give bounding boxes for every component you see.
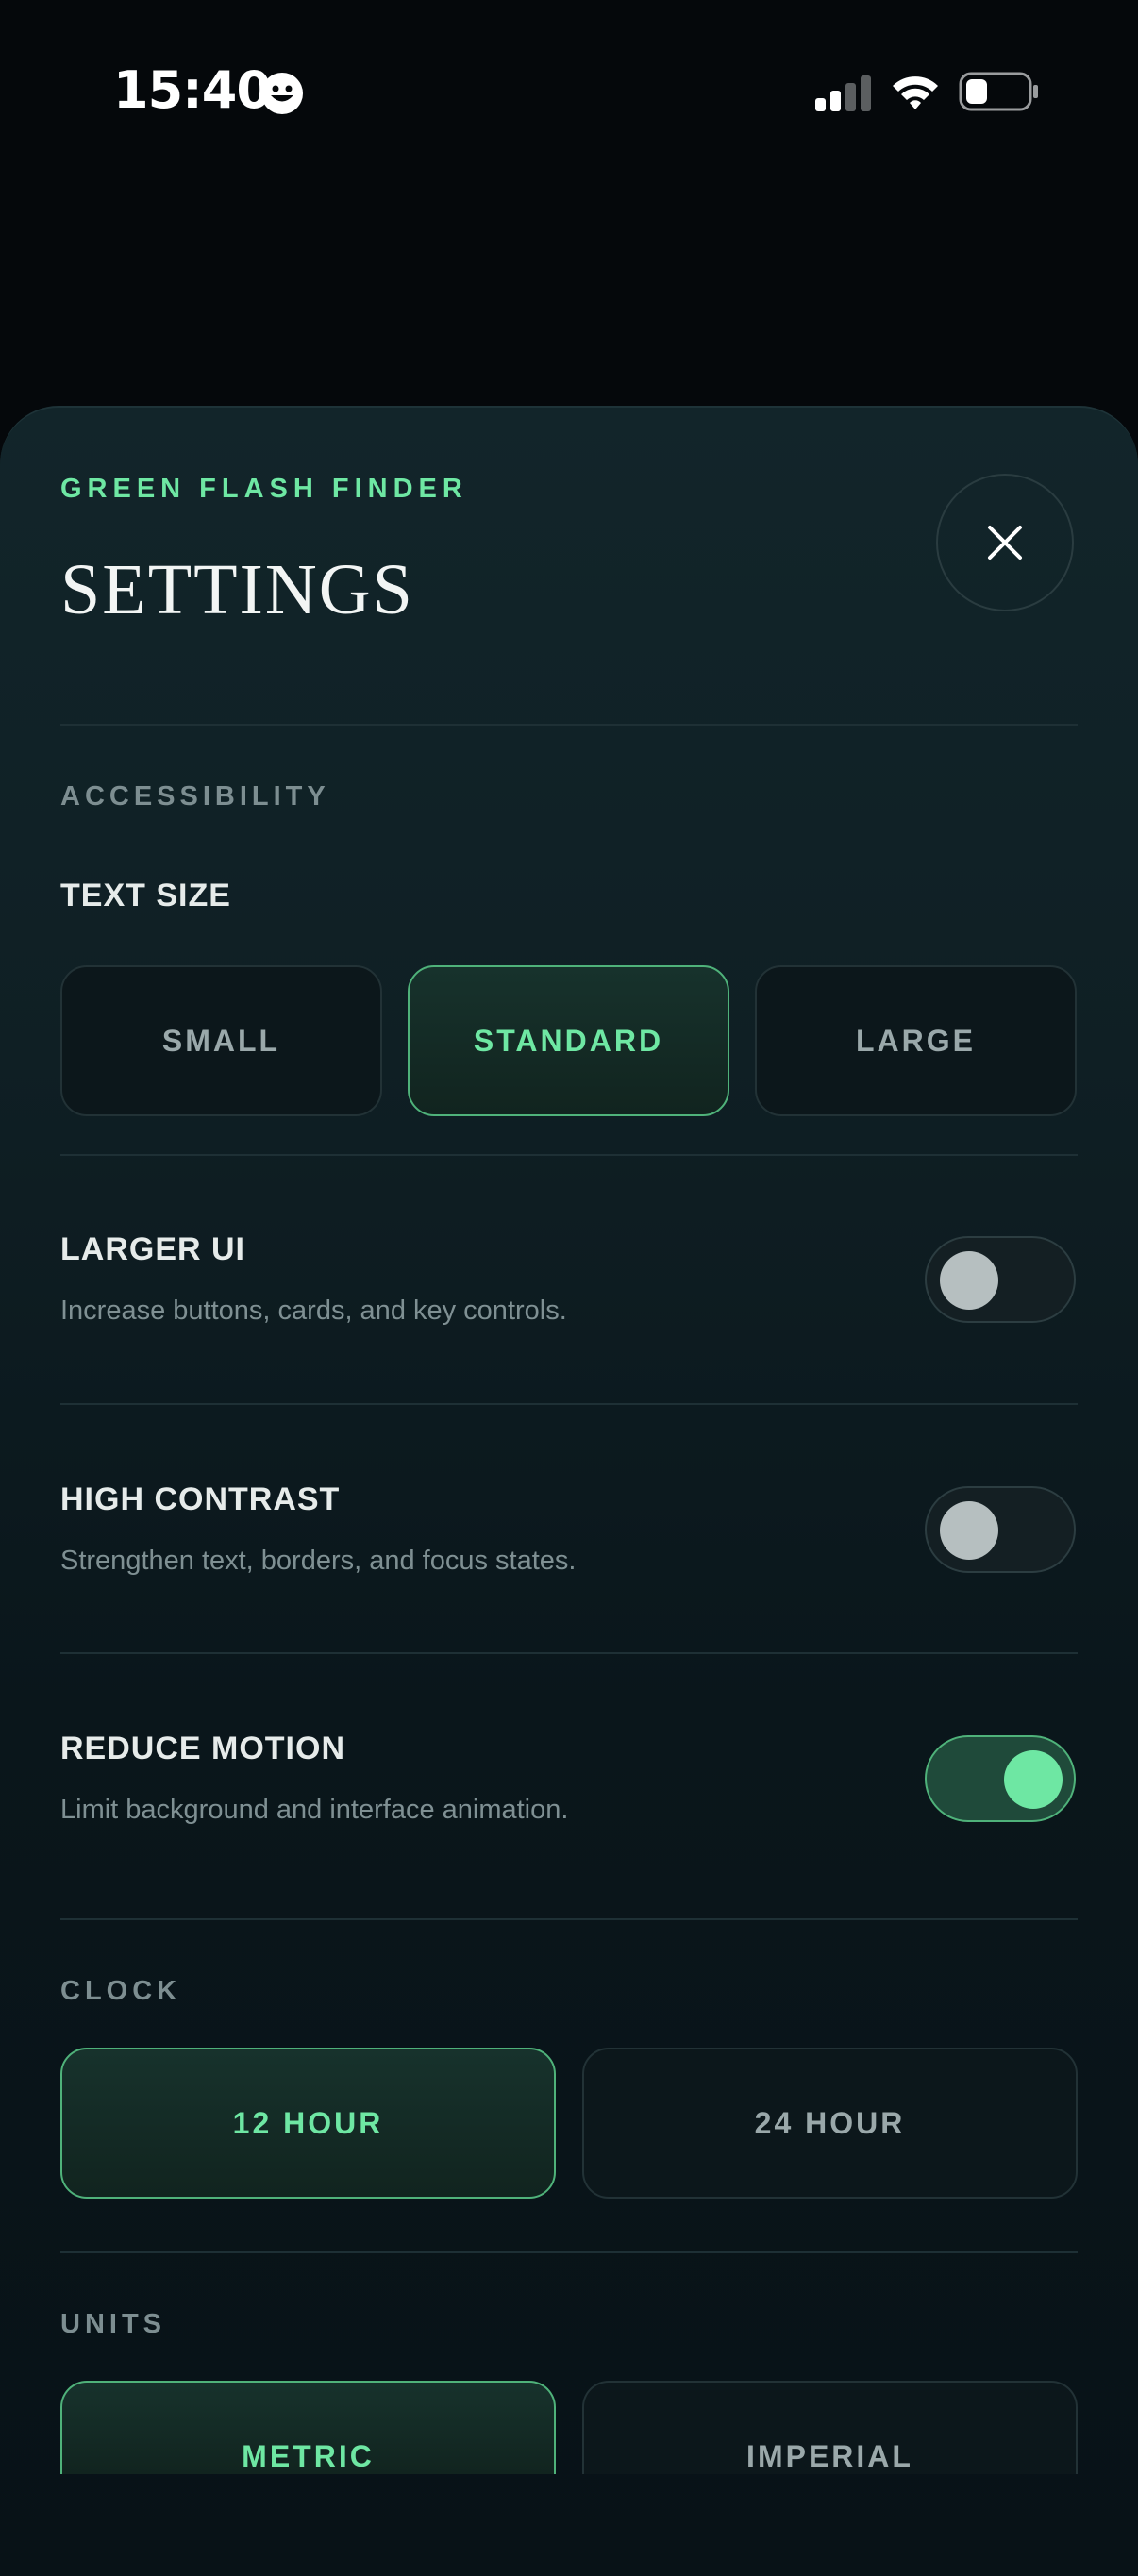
cellular-signal-icon (815, 75, 871, 111)
text-size-large-button[interactable]: LARGE (755, 965, 1077, 1116)
clock-12-hour-button[interactable]: 12 HOUR (60, 2048, 556, 2199)
larger-ui-toggle[interactable] (925, 1236, 1076, 1323)
status-bar: 15:40 (0, 0, 1138, 189)
divider (60, 1918, 1078, 1920)
divider (60, 1154, 1078, 1156)
reduce-motion-label: REDUCE MOTION (60, 1731, 345, 1766)
text-size-standard-button[interactable]: STANDARD (408, 965, 729, 1116)
units-metric-button[interactable]: METRIC (60, 2381, 556, 2474)
divider (60, 1652, 1078, 1654)
section-label-accessibility: ACCESSIBILITY (60, 781, 330, 811)
high-contrast-description: Strengthen text, borders, and focus stat… (60, 1546, 577, 1576)
reduce-motion-toggle[interactable] (925, 1735, 1076, 1822)
text-size-small-button[interactable]: SMALL (60, 965, 382, 1116)
page-title: SETTINGS (60, 550, 414, 629)
toggle-knob (1004, 1750, 1063, 1809)
smiley-icon (261, 73, 303, 114)
high-contrast-label: HIGH CONTRAST (60, 1481, 341, 1517)
section-label-units: UNITS (60, 2309, 166, 2339)
wifi-icon (893, 76, 938, 109)
divider (60, 1403, 1078, 1405)
text-size-label: TEXT SIZE (60, 878, 231, 913)
divider (60, 724, 1078, 726)
clock-24-hour-button[interactable]: 24 HOUR (582, 2048, 1078, 2199)
divider (60, 2251, 1078, 2253)
close-button[interactable] (936, 474, 1074, 611)
high-contrast-toggle[interactable] (925, 1486, 1076, 1573)
status-time: 15:40 (113, 60, 272, 120)
app-brand-label: GREEN FLASH FINDER (60, 474, 468, 504)
close-icon (988, 526, 1022, 560)
reduce-motion-description: Limit background and interface animation… (60, 1795, 569, 1825)
larger-ui-label: LARGER UI (60, 1231, 245, 1267)
toggle-knob (940, 1251, 998, 1310)
units-imperial-button[interactable]: IMPERIAL (582, 2381, 1078, 2474)
larger-ui-description: Increase buttons, cards, and key control… (60, 1296, 567, 1326)
toggle-knob (940, 1501, 998, 1560)
battery-icon (959, 72, 1038, 111)
section-label-clock: CLOCK (60, 1976, 182, 2006)
